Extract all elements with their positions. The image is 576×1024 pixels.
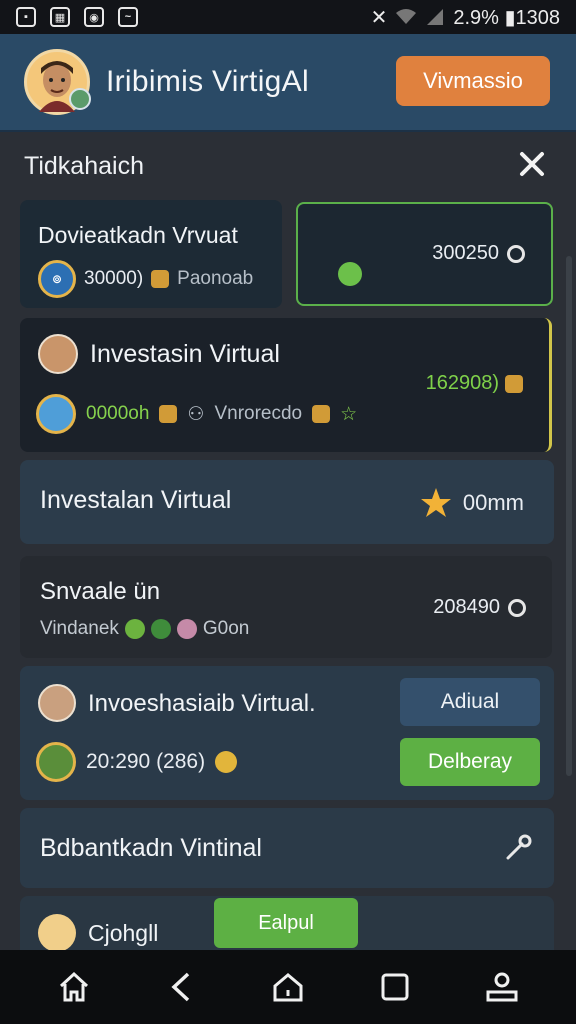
home-button-icon[interactable] bbox=[268, 967, 308, 1007]
card-value-row: 162908) bbox=[426, 372, 523, 395]
coin-stack-icon bbox=[505, 374, 523, 393]
calendar-icon: ▦ bbox=[50, 7, 70, 27]
ealpul-button[interactable]: Ealpul bbox=[214, 898, 358, 948]
star-icon bbox=[420, 488, 451, 517]
card-value: 208490 bbox=[433, 596, 500, 618]
image-icon: ▪ bbox=[16, 7, 36, 27]
card-row: ⊚ 30000) Paonoab bbox=[38, 260, 253, 298]
gold-coin-icon bbox=[151, 270, 170, 288]
card-amount: 0000oh bbox=[86, 403, 150, 424]
tree-coin-icon bbox=[36, 742, 76, 782]
card-row: 0000oh ⚇ Vnrorecdo ☆ bbox=[36, 394, 357, 434]
avatar[interactable] bbox=[24, 49, 91, 115]
green-coin-icon bbox=[124, 619, 145, 639]
delberay-button[interactable]: Delberay bbox=[400, 738, 540, 786]
card-title: Bdbantkadn Vintinal bbox=[40, 834, 262, 862]
status-right: ✕ 2.9% ▮1308 bbox=[371, 5, 560, 30]
coin-icon bbox=[312, 405, 331, 423]
card-value-row: 208490 bbox=[433, 596, 526, 619]
gamepad-icon: ◉ bbox=[84, 7, 104, 27]
signal-icon bbox=[427, 9, 444, 25]
card-partial[interactable]: Cjohgll Ealpul bbox=[20, 896, 554, 952]
header-action-button[interactable]: Vivmassio bbox=[396, 56, 550, 106]
card-amount: 20:290 (286) bbox=[86, 750, 206, 773]
card-title: Invoeshasiaib Virtual. bbox=[88, 690, 316, 717]
card-sub: Paonoab bbox=[177, 268, 254, 289]
card-value-row: 300250 bbox=[432, 242, 525, 265]
robot-coin-icon bbox=[36, 394, 76, 434]
card-investment[interactable]: Investasin Virtual 162908) 0000oh ⚇ Vnro… bbox=[20, 318, 552, 452]
status-left-icons: ▪ ▦ ◉ ~ bbox=[16, 7, 138, 27]
green-coin-icon bbox=[338, 262, 362, 286]
card-title: Cjohgll bbox=[88, 920, 159, 946]
currency-icon bbox=[507, 244, 525, 263]
card-portfolio-right[interactable]: 300250 bbox=[296, 202, 553, 306]
flower-icon bbox=[176, 619, 197, 639]
close-icon[interactable] bbox=[518, 150, 546, 178]
avatar-badge-icon bbox=[69, 88, 91, 110]
section-title: Tidkahaich bbox=[24, 152, 144, 180]
card-value: 00mm bbox=[462, 490, 524, 515]
card-savings[interactable]: Snvaale ün Vindanek G0on 208490 bbox=[20, 556, 552, 658]
app-title: Iribimis VirtigAl bbox=[106, 65, 309, 98]
leaf-icon bbox=[150, 619, 171, 639]
card-title: Investasin Virtual bbox=[90, 340, 280, 368]
star-icon: ☆ bbox=[340, 403, 358, 425]
coin-icon: ⊚ bbox=[38, 260, 76, 298]
card-row: 20:290 (286) bbox=[36, 742, 238, 782]
wifi-icon bbox=[396, 9, 417, 24]
card-title: Snvaale ün bbox=[40, 578, 161, 605]
bottom-nav bbox=[0, 950, 576, 1024]
status-bar: ▪ ▦ ◉ ~ ✕ 2.9% ▮1308 bbox=[0, 0, 576, 34]
card-title: Dovieatkadn Vrvuat bbox=[38, 222, 238, 248]
card-row: Vindanek G0on bbox=[40, 618, 249, 640]
people-icon: ⚇ bbox=[187, 403, 205, 425]
card-investment-3[interactable]: Invoeshasiaib Virtual. 20:290 (286) Adiu… bbox=[20, 666, 554, 800]
card-portfolio-left[interactable]: Dovieatkadn Vrvuat ⊚ 30000) Paonoab bbox=[20, 200, 282, 308]
home-icon[interactable] bbox=[54, 967, 94, 1007]
recents-icon[interactable] bbox=[375, 967, 415, 1007]
card-sub-2: G0on bbox=[202, 618, 250, 639]
card-value: 300250 bbox=[432, 242, 499, 264]
card-sub: Vnrorecdo bbox=[214, 403, 303, 424]
scrollbar[interactable] bbox=[566, 256, 572, 776]
message-icon: ~ bbox=[118, 7, 138, 27]
back-icon[interactable] bbox=[161, 967, 201, 1007]
trophy-icon bbox=[159, 405, 178, 423]
status-text: 2.9% ▮1308 bbox=[453, 6, 560, 29]
mute-icon: ✕ bbox=[370, 6, 388, 29]
person-avatar-icon bbox=[38, 684, 76, 722]
wrench-icon[interactable] bbox=[504, 832, 534, 862]
card-value: 30000) bbox=[84, 268, 144, 289]
currency-icon bbox=[508, 598, 526, 617]
person-avatar-icon bbox=[38, 334, 78, 374]
adiual-button[interactable]: Adiual bbox=[400, 678, 540, 726]
card-value: 162908) bbox=[425, 372, 499, 394]
card-value-row: 00mm bbox=[419, 486, 524, 520]
app-header: Iribimis VirtigAl Vivmassio bbox=[0, 34, 576, 132]
card-virtual[interactable]: Bdbantkadn Vintinal bbox=[20, 808, 554, 888]
person-avatar-icon bbox=[38, 914, 76, 952]
card-investment-2[interactable]: Investalan Virtual 00mm bbox=[20, 460, 554, 544]
card-sub: Vindanek bbox=[40, 618, 119, 639]
profile-icon[interactable] bbox=[482, 967, 522, 1007]
emoji-icon bbox=[215, 751, 238, 773]
card-title: Investalan Virtual bbox=[40, 486, 232, 514]
